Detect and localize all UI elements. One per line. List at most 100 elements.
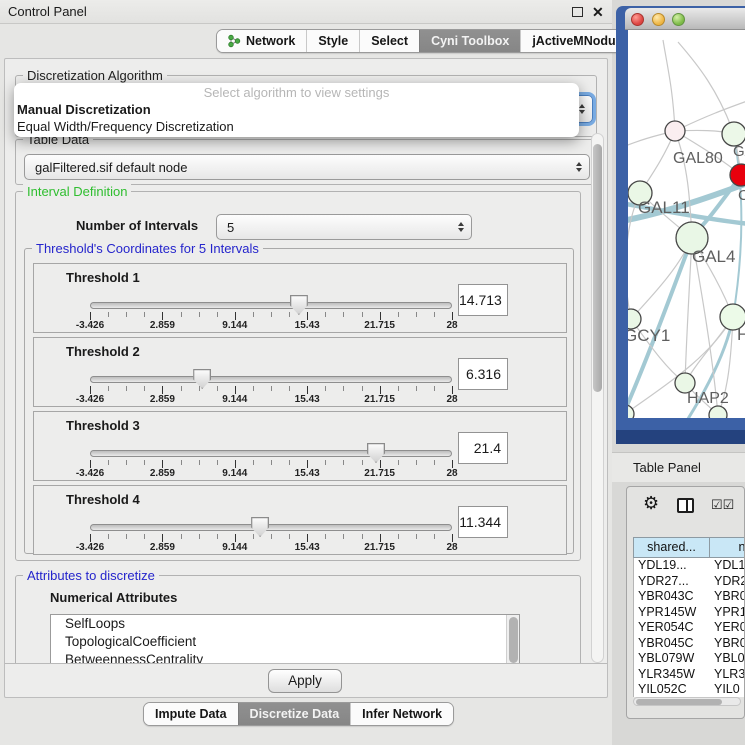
tab-cyni-toolbox[interactable]: Cyni Toolbox <box>419 30 520 52</box>
close-icon[interactable]: ✕ <box>592 3 604 21</box>
slider-tick <box>343 534 344 539</box>
slider-tick <box>434 386 435 391</box>
table-panel: ⚙ ☑☑ shared... n YDL19...YDL1YDR27...YDR… <box>626 486 745 719</box>
slider-tick <box>235 460 236 468</box>
threshold-slider[interactable] <box>90 302 452 309</box>
threshold-value-field[interactable]: 11.344 <box>458 506 508 538</box>
interval-group-title: Interval Definition <box>23 184 131 199</box>
float-window-icon[interactable] <box>572 7 583 17</box>
num-intervals-combobox[interactable]: 5 <box>216 214 472 240</box>
slider-tick <box>452 534 453 542</box>
network-tab-icon <box>228 34 241 48</box>
slider-tick <box>90 460 91 468</box>
threshold-value-field[interactable]: 21.4 <box>458 432 508 464</box>
table-row[interactable]: YER054CYER0 <box>634 620 745 636</box>
slider-tick <box>307 534 308 542</box>
slider-tick <box>380 386 381 394</box>
tab-label: Network <box>246 34 295 48</box>
table-row[interactable]: YPR145WYPR1 <box>634 605 745 621</box>
network-node[interactable] <box>709 406 727 418</box>
slider-tick <box>181 460 182 465</box>
attributes-list-scrollbar[interactable] <box>506 615 519 664</box>
attribute-list-item[interactable]: TopologicalCoefficient <box>51 633 519 651</box>
network-node[interactable] <box>628 405 634 418</box>
threshold-slider[interactable] <box>90 524 452 531</box>
slider-tick <box>217 534 218 539</box>
tab-infer-network[interactable]: Infer Network <box>350 703 453 725</box>
tab-label: Impute Data <box>155 707 227 721</box>
num-intervals-label: Number of Intervals <box>76 218 198 233</box>
slider-tick <box>162 312 163 320</box>
table-row[interactable]: YDR27...YDR2 <box>634 574 745 590</box>
threshold-value-field[interactable]: 14.713 <box>458 284 508 316</box>
table-row[interactable]: YIL052CYIL0 <box>634 682 745 697</box>
tab-label: Select <box>371 34 408 48</box>
threshold-slider[interactable] <box>90 376 452 383</box>
dropdown-option-manual[interactable]: Manual Discretization <box>14 101 579 118</box>
slider-tick <box>108 460 109 465</box>
select-columns-icon[interactable]: ☑☑ <box>711 497 734 513</box>
attributes-list[interactable]: SelfLoopsTopologicalCoefficientBetweenne… <box>50 614 520 664</box>
attribute-list-item[interactable]: SelfLoops <box>51 615 519 633</box>
tab-style[interactable]: Style <box>306 30 359 52</box>
slider-tick <box>126 386 127 391</box>
tab-network[interactable]: Network <box>217 30 306 52</box>
network-node[interactable] <box>730 164 745 186</box>
column-header-shared-name[interactable]: shared... <box>633 537 709 558</box>
close-traffic-light-icon[interactable] <box>631 13 644 26</box>
slider-tick <box>253 460 254 465</box>
network-node-label: GCY1 <box>628 326 670 345</box>
table-horizontal-scrollbar[interactable] <box>633 697 741 706</box>
threshold-value-field[interactable]: 6.316 <box>458 358 508 390</box>
slider-tick <box>289 386 290 391</box>
table-row[interactable]: YLR345WYLR3 <box>634 667 745 683</box>
network-node-label: GAL11 <box>638 198 690 217</box>
slider-tick-label: 9.144 <box>222 468 247 479</box>
panel-vertical-scrollbar[interactable] <box>591 133 604 663</box>
gear-icon[interactable]: ⚙ <box>643 493 659 514</box>
slider-tick <box>398 386 399 391</box>
tab-discretize-data[interactable]: Discretize Data <box>238 703 351 725</box>
slider-tick <box>199 534 200 539</box>
slider-tick <box>398 312 399 317</box>
slider-tick <box>199 460 200 465</box>
slider-tick <box>126 312 127 317</box>
network-canvas[interactable]: GAL80GACGAL11GAL4GCY1HHAP2 <box>628 30 745 418</box>
slider-tick-label: 15.43 <box>295 468 320 479</box>
column-header-name[interactable]: n <box>709 537 745 558</box>
slider-tick-label: 2.859 <box>150 320 175 331</box>
node-table: shared... n YDL19...YDL1YDR27...YDR2YBR0… <box>633 537 745 697</box>
threshold-2-panel: Threshold 2 -3.4262.8599.14415.4321.7152… <box>33 337 567 407</box>
slider-tick <box>307 386 308 394</box>
table-row[interactable]: YBR045CYBR0 <box>634 636 745 652</box>
table-row[interactable]: YDL19...YDL1 <box>634 558 745 574</box>
threshold-slider[interactable] <box>90 450 452 457</box>
tab-select[interactable]: Select <box>359 30 419 52</box>
slider-tick-label: 2.859 <box>150 468 175 479</box>
tab-label: Style <box>318 34 348 48</box>
slider-tick <box>253 312 254 317</box>
minimize-traffic-light-icon[interactable] <box>652 13 665 26</box>
cyni-toolbox-panel: Discretization Algorithm Select algorith… <box>4 58 608 698</box>
zoom-traffic-light-icon[interactable] <box>672 13 685 26</box>
table-data-combobox[interactable]: galFiltered.sif default node <box>24 154 590 180</box>
network-window-titlebar[interactable] <box>625 8 745 30</box>
slider-tick-label: 21.715 <box>364 542 395 553</box>
table-row[interactable]: YBL079WYBL0 <box>634 651 745 667</box>
slider-tick <box>144 460 145 465</box>
attribute-list-item[interactable]: BetweennessCentrality <box>51 651 519 664</box>
slider-tick <box>199 312 200 317</box>
slider-tick-label: 2.859 <box>150 394 175 405</box>
apply-button[interactable]: Apply <box>268 669 342 693</box>
threshold-4-panel: Threshold 4 -3.4262.8599.14415.4321.7152… <box>33 485 567 555</box>
slider-scale: -3.4262.8599.14415.4321.71528 <box>90 386 452 406</box>
network-node[interactable] <box>665 121 685 141</box>
table-row[interactable]: YBR043CYBR0 <box>634 589 745 605</box>
split-columns-icon[interactable] <box>677 498 694 513</box>
slider-tick-label: 9.144 <box>222 320 247 331</box>
slider-tick <box>108 534 109 539</box>
tab-impute-data[interactable]: Impute Data <box>144 703 238 725</box>
slider-tick <box>271 460 272 465</box>
dropdown-option-equal-width[interactable]: Equal Width/Frequency Discretization <box>14 118 579 135</box>
slider-tick <box>289 460 290 465</box>
